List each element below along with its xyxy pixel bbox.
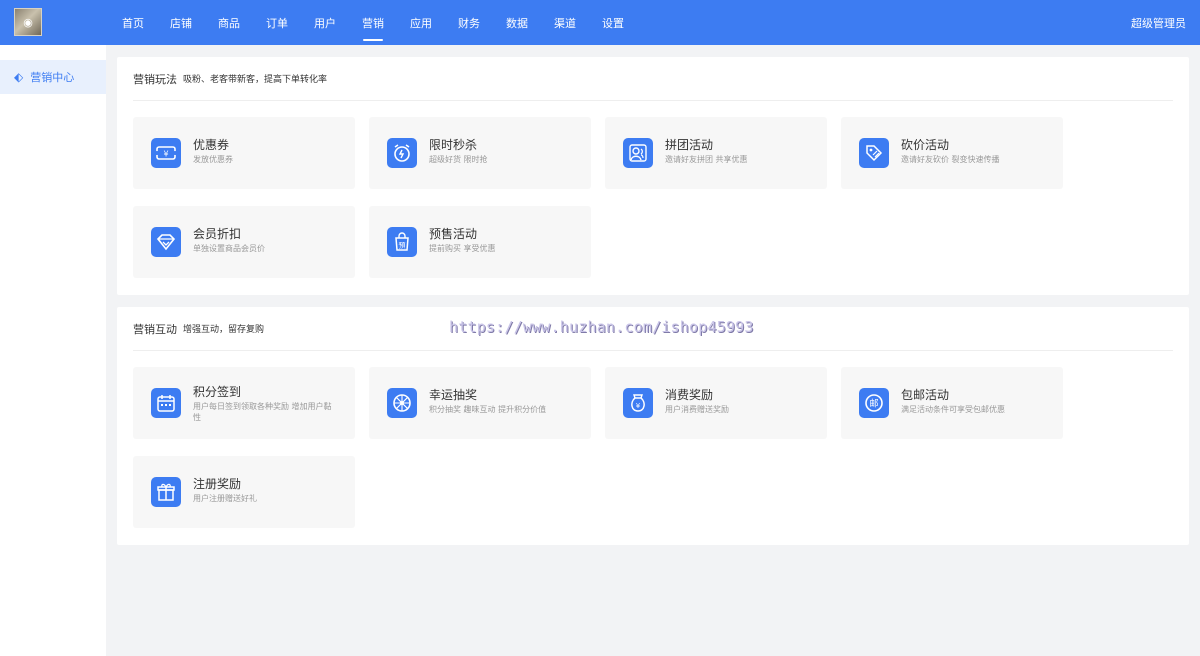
card-bargain[interactable]: 砍价活动 邀请好友砍价 裂变快速传播 [841,117,1063,189]
svg-text:¥: ¥ [636,402,641,410]
card-desc: 邀请好友拼团 共享优惠 [665,155,748,164]
card-desc: 提前购买 享受优惠 [429,244,496,253]
nav-item-products[interactable]: 商品 [205,0,253,45]
coupon-icon: ¥ [151,138,181,168]
card-desc: 用户消费赠送奖励 [665,405,729,414]
money-bag-icon: ¥ [623,388,653,418]
panel-title: 营销玩法 [133,72,177,86]
panel-title: 营销互动 [133,322,177,336]
svg-text:¥: ¥ [163,150,168,159]
svg-text:邮: 邮 [869,398,878,410]
group-users-icon [623,138,653,168]
calendar-icon [151,388,181,418]
nav-item-orders[interactable]: 订单 [253,0,301,45]
nav-item-store[interactable]: 店铺 [157,0,205,45]
alarm-clock-icon [387,138,417,168]
card-desc: 单独设置商品会员价 [193,244,265,253]
card-points-checkin[interactable]: 积分签到 用户每日签到领取各种奖励 增加用户黏性 [133,367,355,439]
card-lucky-draw[interactable]: 幸运抽奖 积分抽奖 趣味互动 提升积分价值 [369,367,591,439]
nav-item-settings[interactable]: 设置 [589,0,637,45]
card-title: 幸运抽奖 [429,388,478,402]
card-title: 预售活动 [429,227,478,241]
panel-subtitle: 吸粉、老客带新客，提高下单转化率 [183,75,328,85]
card-member-discount[interactable]: 会员折扣 单独设置商品会员价 [133,206,355,278]
admin-user-menu[interactable]: 超级管理员 [1131,0,1186,45]
card-title: 拼团活动 [665,138,714,152]
postage-icon: 邮 [859,388,889,418]
diamond-icon [151,227,181,257]
logo-mark: ◉ [23,15,33,29]
card-title: 砍价活动 [901,138,950,152]
nav-item-apps[interactable]: 应用 [397,0,445,45]
card-coupon[interactable]: ¥ 优惠券 发放优惠券 [133,117,355,189]
sidebar: ⬖ 营销中心 [0,45,106,656]
card-desc: 积分抽奖 趣味互动 提升积分价值 [429,405,547,414]
card-title: 限时秒杀 [429,138,478,152]
nav-item-marketing[interactable]: 营销 [349,0,397,45]
sidebar-item-label: 营销中心 [30,71,75,84]
marketing-play-panel: 营销玩法 吸粉、老客带新客，提高下单转化率 ¥ 优惠券 发放优惠券 限时秒杀 超… [117,57,1189,295]
nav-item-users[interactable]: 用户 [301,0,349,45]
presale-bag-icon: 預 [387,227,417,257]
sidebar-item-marketing-center[interactable]: ⬖ 营销中心 [0,60,106,94]
card-desc: 邀请好友砍价 裂变快速传播 [901,155,1000,164]
card-presale[interactable]: 預 预售活动 提前购买 享受优惠 [369,206,591,278]
price-tag-icon [859,138,889,168]
svg-text:預: 預 [399,241,406,250]
card-flash-sale[interactable]: 限时秒杀 超级好货 限时抢 [369,117,591,189]
card-desc: 满足活动条件可享受包邮优惠 [901,405,1005,414]
card-title: 消费奖励 [665,388,714,402]
wheel-icon [387,388,417,418]
card-title: 注册奖励 [193,477,242,491]
card-title: 会员折扣 [193,227,242,241]
panel-header: 营销玩法 吸粉、老客带新客，提高下单转化率 [133,57,1173,101]
card-title: 积分签到 [193,385,242,399]
card-desc: 用户每日签到领取各种奖励 增加用户黏性 [193,402,332,422]
card-desc: 超级好货 限时抢 [429,155,488,164]
card-free-shipping[interactable]: 邮 包邮活动 满足活动条件可享受包邮优惠 [841,367,1063,439]
nav-item-channels[interactable]: 渠道 [541,0,589,45]
card-title: 优惠券 [193,138,230,152]
card-spend-reward[interactable]: ¥ 消费奖励 用户消费赠送奖励 [605,367,827,439]
tag-icon: ⬖ [14,70,24,84]
marketing-interaction-panel: 营销互动 增强互动，留存复购 积分签到 用户每日签到领取各种奖励 增加用户黏性 … [117,307,1189,545]
nav-item-data[interactable]: 数据 [493,0,541,45]
logo[interactable]: ◉ [14,8,42,36]
panel-subtitle: 增强互动，留存复购 [183,325,265,335]
top-navigation-bar: ◉ 首页 店铺 商品 订单 用户 营销 应用 财务 数据 渠道 设置 超级管理员 [0,0,1200,45]
card-title: 包邮活动 [901,388,950,402]
nav-item-home[interactable]: 首页 [109,0,157,45]
watermark-text: https://www.huzhan.com/ishop45993 [449,318,754,336]
card-desc: 发放优惠券 [193,155,233,164]
card-register-reward[interactable]: 注册奖励 用户注册赠送好礼 [133,456,355,528]
card-desc: 用户注册赠送好礼 [193,494,257,503]
gift-icon [151,477,181,507]
card-group-buy[interactable]: 拼团活动 邀请好友拼团 共享优惠 [605,117,827,189]
main-nav: 首页 店铺 商品 订单 用户 营销 应用 财务 数据 渠道 设置 [109,0,637,45]
nav-item-finance[interactable]: 财务 [445,0,493,45]
